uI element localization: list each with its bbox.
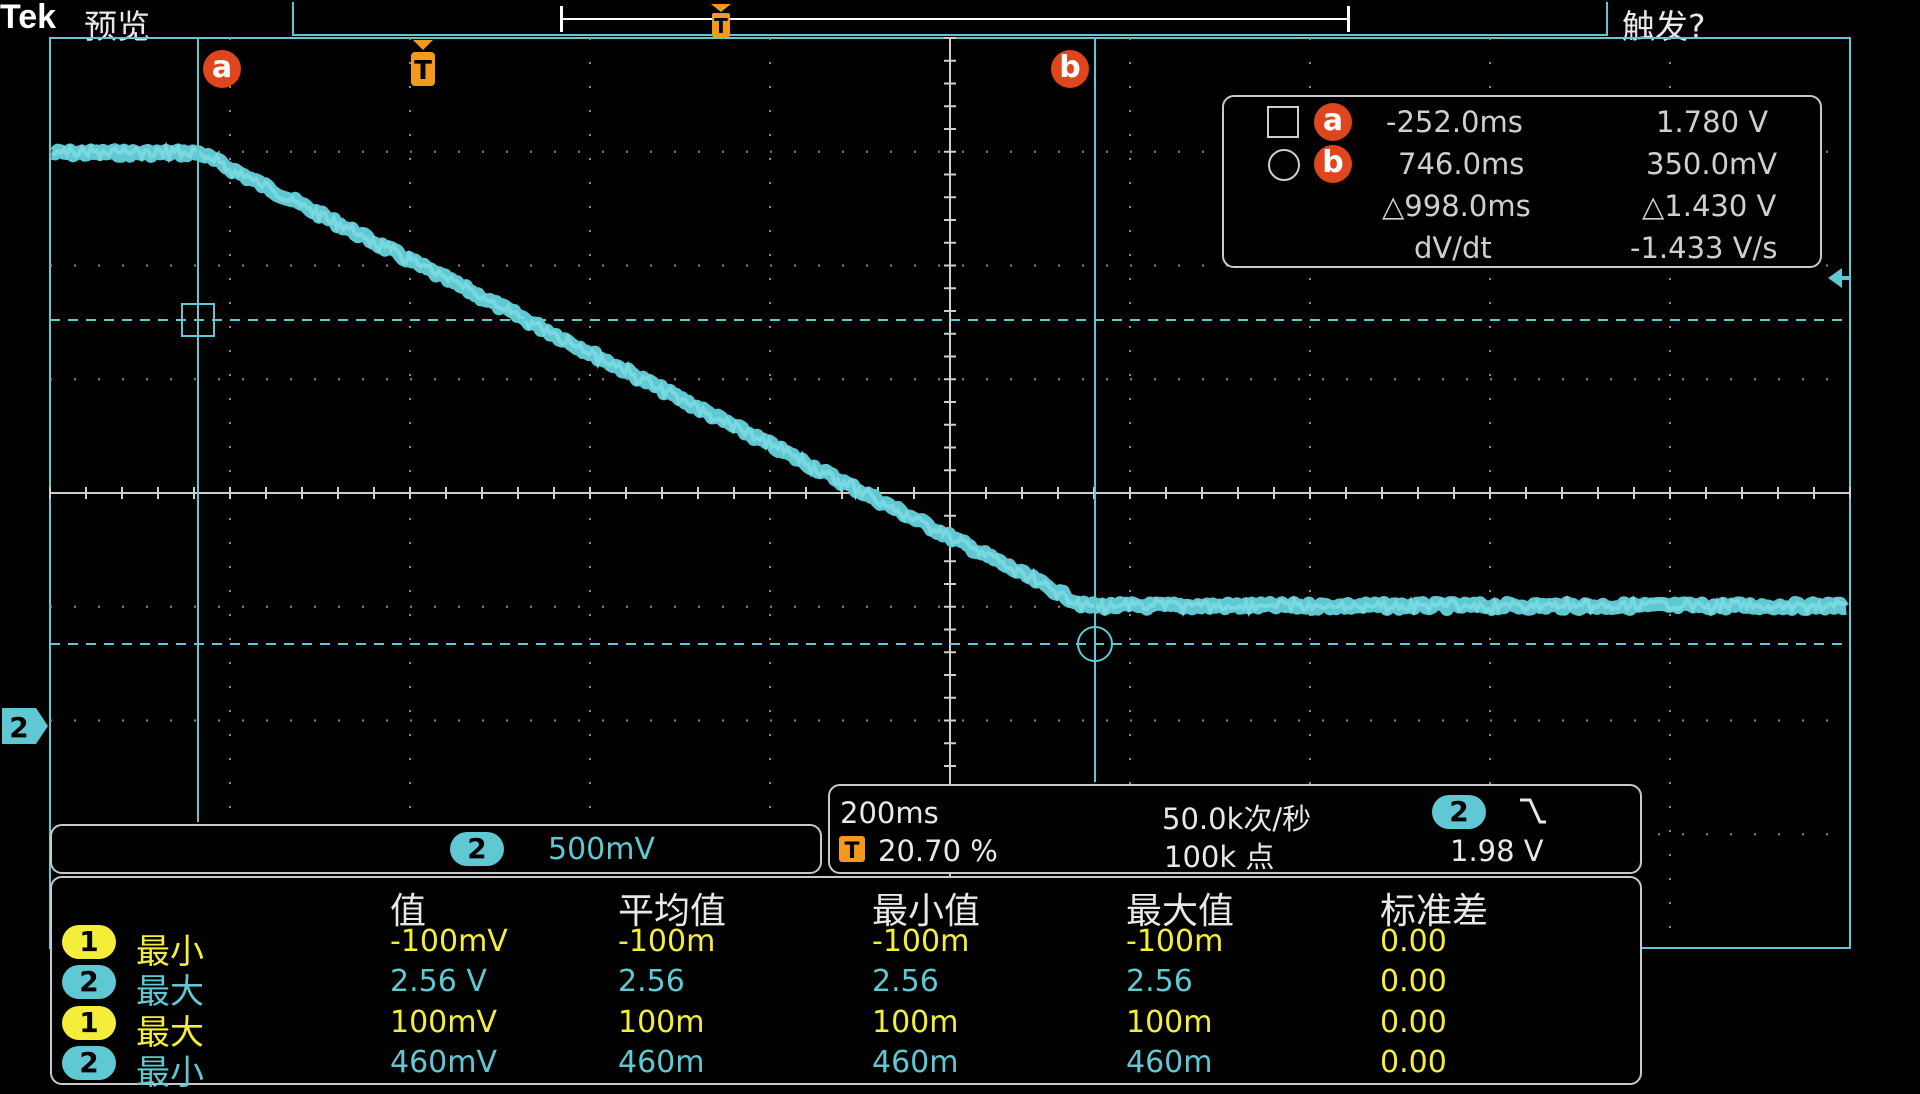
cursor-b-marker[interactable]: b [1051,50,1089,88]
table-row-min: 2.56 [872,964,939,999]
table-row-min: 100m [872,1005,959,1040]
table-row-name: 最小 [136,1053,204,1093]
table-row-stddev: 0.00 [1380,964,1447,999]
table-row-value: 100mV [390,1005,498,1040]
table-row-stddev: 0.00 [1380,1045,1447,1080]
cursor-b-value: 350.0mV [1646,147,1778,181]
falling-edge-icon [1516,794,1548,835]
trigger-position: 20.70 % [878,834,998,868]
vertical-scale: 500mV [548,832,656,867]
table-row-mean: -100m [618,924,716,959]
trigger-position-icon[interactable]: T [409,40,437,92]
cursor-delta-time: △998.0ms [1382,189,1531,223]
cursor-a-value: 1.780 V [1656,105,1769,139]
table-row-mean: 100m [618,1005,705,1040]
table-row-channel-badge: 2 [62,964,116,999]
cursor-b-badge: b [1314,145,1352,183]
table-row-stddev: 0.00 [1380,1005,1447,1040]
table-row-mean: 460m [618,1045,705,1080]
table-row-channel-badge: 2 [62,1045,116,1080]
record-length: 100k 点 [1164,840,1275,874]
svg-text:T: T [844,839,859,864]
trigger-source-badge: 2 [1432,795,1486,829]
table-row-value: -100mV [390,924,508,959]
table-row-max: 100m [1126,1005,1213,1040]
channel-2-badge: 2 [450,832,504,866]
cursor-a-badge: a [1314,103,1352,141]
channel-2-offset-marker[interactable]: 2 [0,706,50,750]
trigger-position-icon-small: T [838,834,866,871]
table-row-max: 460m [1126,1045,1213,1080]
svg-text:2: 2 [9,711,28,744]
table-row-channel-badge: 1 [62,1005,116,1040]
trigger-level-marker[interactable] [1826,266,1850,294]
cursor-delta-value: △1.430 V [1642,189,1777,223]
measurement-table[interactable]: 值 平均值 最小值 最大值 标准差 1 最小 -100mV -100m -100m -10… [50,876,1642,1093]
sample-rate: 50.0k次/秒 [1162,802,1312,836]
dvdt-label: dV/dt [1414,231,1492,265]
circle-icon [1266,147,1302,190]
horizontal-settings-box[interactable]: 200ms T 20.70 % 50.0k次/秒 100k 点 2 1.98 V [828,784,1642,874]
timebase: 200ms [840,796,939,830]
table-row-min: 460m [872,1045,959,1080]
table-row-channel-badge: 1 [62,924,116,959]
square-icon [1266,105,1300,146]
table-row-min: -100m [872,924,970,959]
table-row-max: -100m [1126,924,1224,959]
table-row-value: 2.56 V [390,964,487,999]
trigger-level: 1.98 V [1450,834,1544,868]
table-row-value: 460mV [390,1045,498,1080]
cursor-b-time: 746.0ms [1398,147,1525,181]
svg-text:T: T [414,56,432,86]
dvdt-value: -1.433 V/s [1630,231,1778,265]
cursor-a-marker[interactable]: a [203,50,241,88]
vertical-scale-box[interactable]: 2 500mV [50,824,822,874]
cursor-a-time: -252.0ms [1386,105,1523,139]
cursor-readout: a -252.0ms 1.780 V b 746.0ms 350.0mV △99… [1222,95,1822,268]
table-row-stddev: 0.00 [1380,924,1447,959]
table-row-max: 2.56 [1126,964,1193,999]
table-row-mean: 2.56 [618,964,685,999]
